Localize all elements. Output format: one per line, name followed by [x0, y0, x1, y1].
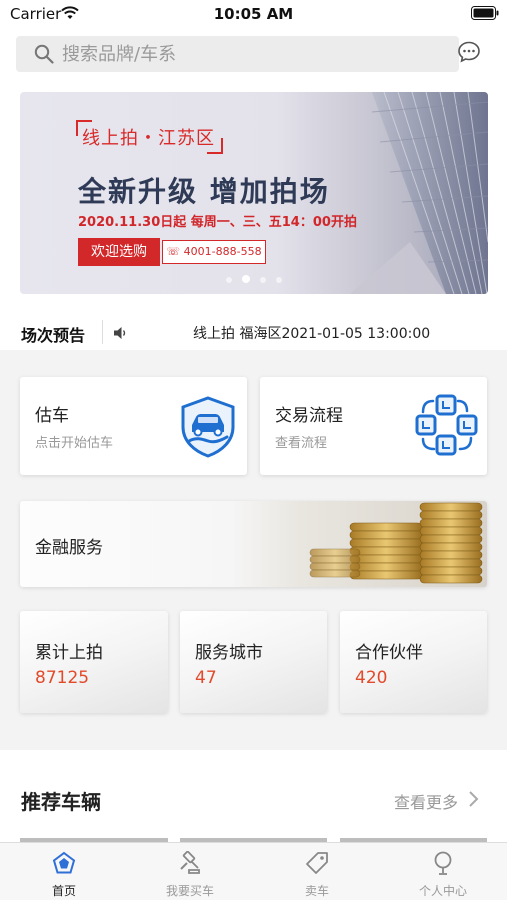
stat-card-partners[interactable]: 合作伙伴 420: [340, 611, 487, 713]
card-title: 交易流程: [275, 406, 343, 426]
status-bar: Carrier 10:05 AM: [0, 0, 507, 28]
notice-label: 场次预告: [21, 326, 86, 345]
tab-buy-car[interactable]: 我要买车: [127, 843, 253, 900]
banner-cta-button[interactable]: 欢迎选购: [78, 238, 160, 266]
tab-home[interactable]: 首页: [1, 843, 127, 900]
estimate-car-card[interactable]: 估车 点击开始估车: [20, 377, 247, 475]
tab-profile[interactable]: 个人中心: [380, 843, 506, 900]
price-tag-icon: [306, 852, 328, 874]
banner-schedule: 2020.11.30日起 每周一、三、五14：00开拍: [78, 215, 357, 230]
notice-text[interactable]: 线上拍 福海区2021-01-05 13:00:00: [193, 323, 430, 343]
search-bar[interactable]: [16, 36, 459, 72]
trade-process-card[interactable]: 交易流程 查看流程: [260, 377, 487, 475]
stat-value: 420: [355, 668, 388, 688]
home-header: 线上拍・江苏区 全新升级 增加拍场 2020.11.30日起 每周一、三、五14…: [0, 28, 507, 350]
tab-sell-car[interactable]: 卖车: [254, 843, 380, 900]
home-pentagon-icon: [52, 851, 76, 874]
battery-icon: [471, 6, 499, 20]
promo-banner[interactable]: 线上拍・江苏区 全新升级 增加拍场 2020.11.30日起 每周一、三、五14…: [20, 92, 488, 294]
search-input[interactable]: [62, 36, 442, 72]
banner-tag: 线上拍・江苏区: [76, 120, 223, 154]
speaker-icon: [114, 327, 126, 339]
car-shield-icon: [181, 396, 235, 458]
bottom-tab-bar: 首页 我要买车 卖车 个人中心: [0, 842, 507, 900]
stat-card-cities[interactable]: 服务城市 47: [180, 611, 327, 713]
status-time: 10:05 AM: [213, 5, 294, 23]
stat-card-auctions[interactable]: 累计上拍 87125: [20, 611, 168, 713]
stat-label: 服务城市: [195, 643, 263, 663]
card-subtitle: 点击开始估车: [35, 436, 114, 451]
banner-headline: 全新升级 增加拍场: [78, 175, 330, 208]
chevron-right-icon[interactable]: [467, 790, 479, 808]
auction-gavel-icon: [180, 851, 200, 874]
card-subtitle: 查看流程: [275, 436, 328, 451]
carousel-dot[interactable]: [276, 277, 282, 283]
banner-phone[interactable]: ☏ 4001-888-558: [162, 240, 266, 264]
session-notice-bar[interactable]: 场次预告 线上拍 福海区2021-01-05 13:00:00: [0, 314, 507, 350]
see-more-link[interactable]: 查看更多: [394, 789, 458, 813]
carousel-dot[interactable]: [226, 277, 232, 283]
user-bulb-icon: [434, 851, 452, 875]
finance-service-card[interactable]: 金融服务: [20, 501, 487, 587]
search-icon: [34, 44, 54, 64]
carousel-indicator[interactable]: [20, 275, 488, 283]
tab-label: 我要买车: [165, 884, 214, 898]
tab-label: 首页: [51, 884, 76, 898]
stat-value: 87125: [35, 668, 90, 688]
recommended-section: 推荐车辆 查看更多: [0, 750, 507, 842]
divider: [102, 320, 103, 344]
carousel-dot-active[interactable]: [242, 275, 250, 283]
section-title: 推荐车辆: [21, 790, 101, 814]
building-image: [350, 92, 488, 294]
stat-value: 47: [195, 668, 217, 688]
coins-image: [309, 502, 483, 584]
card-title: 估车: [35, 406, 69, 426]
process-flow-icon: [415, 394, 478, 456]
message-icon[interactable]: [457, 40, 481, 64]
carousel-dot[interactable]: [260, 277, 266, 283]
stat-label: 累计上拍: [35, 643, 103, 663]
stat-label: 合作伙伴: [355, 643, 423, 663]
tab-label: 个人中心: [418, 884, 467, 898]
tab-label: 卖车: [304, 884, 329, 898]
finance-title: 金融服务: [35, 538, 103, 558]
